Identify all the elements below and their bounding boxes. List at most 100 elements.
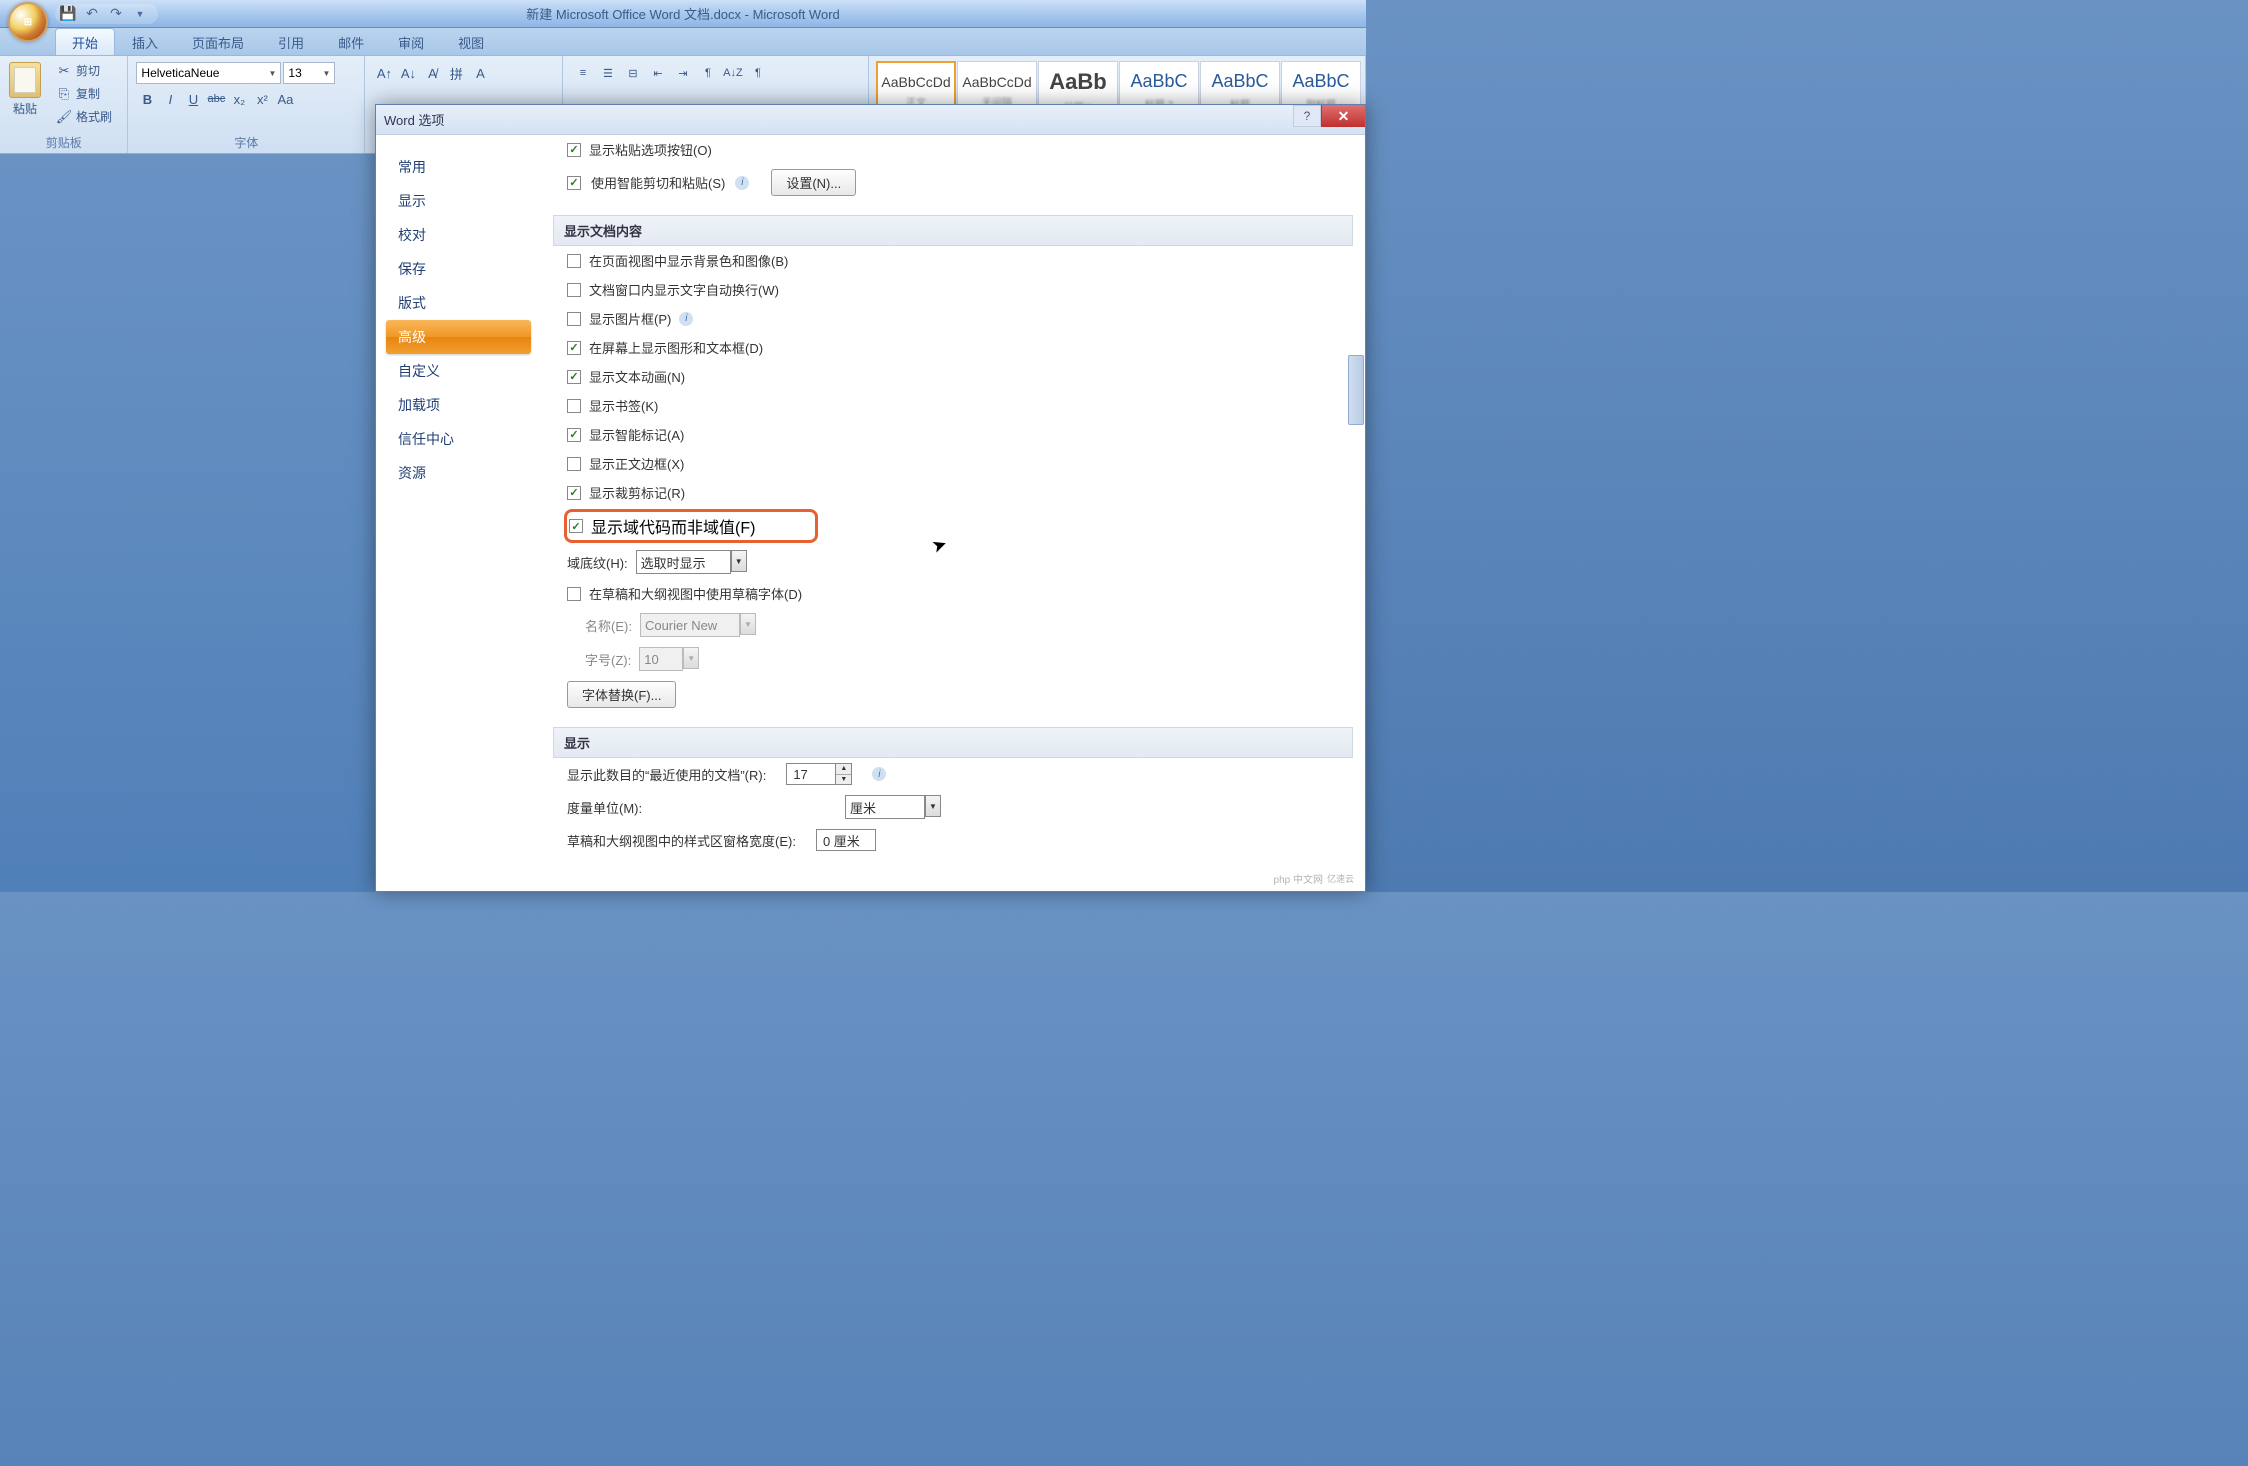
numbering-icon[interactable]: ☰ [596,62,620,84]
cut-button[interactable]: ✂ 剪切 [52,60,121,81]
tab-references[interactable]: 引用 [261,28,321,55]
office-button[interactable]: ⊞ [8,2,48,42]
redo-icon[interactable]: ↷ [108,6,124,22]
style-preview: AaBbC [1130,71,1187,92]
clear-format-icon[interactable]: A̸ [421,62,443,84]
dialog-title-bar[interactable]: Word 选项 ? ✕ [376,105,1365,135]
checkbox-show-bookmarks[interactable] [567,399,581,413]
multilevel-icon[interactable]: ⊟ [621,62,645,84]
checkbox-crop-marks[interactable] [567,486,581,500]
category-customize[interactable]: 自定义 [386,354,531,388]
help-icon[interactable]: i [679,312,693,326]
checkbox-word-wrap[interactable] [567,283,581,297]
scrollbar-thumb[interactable] [1348,355,1364,425]
category-trust-center[interactable]: 信任中心 [386,422,531,456]
category-resources[interactable]: 资源 [386,456,531,490]
label-draft-font-name: 名称(E): [585,616,632,635]
shrink-font-icon[interactable]: A↓ [397,62,419,84]
help-icon[interactable]: i [735,176,749,190]
category-common[interactable]: 常用 [386,150,531,184]
label-show-drawings: 在屏幕上显示图形和文本框(D) [589,338,763,357]
spinner-down-icon[interactable]: ▼ [836,775,851,785]
bullets-icon[interactable]: ≡ [571,62,595,84]
spinner-up-icon[interactable]: ▲ [836,764,851,775]
label-draft-font-size: 字号(Z): [585,650,631,669]
dropdown-arrow-icon[interactable]: ▼ [925,795,941,817]
undo-icon[interactable]: ↶ [84,6,100,22]
paste-button[interactable]: 粘贴 [4,58,46,132]
ltr-icon[interactable]: ¶ [696,62,720,84]
save-icon[interactable]: 💾 [60,6,76,22]
strike-button[interactable]: abc [205,88,227,110]
options-category-list: 常用 显示 校对 保存 版式 高级 自定义 加载项 信任中心 资源 [376,135,541,891]
group-clipboard: 粘贴 ✂ 剪切 ⎘ 复制 🖌 格式刷 剪贴板 [0,56,128,153]
category-save[interactable]: 保存 [386,252,531,286]
bold-button[interactable]: B [136,88,158,110]
font-substitution-button[interactable]: 字体替换(F)... [567,681,676,708]
option-measurement-units: 度量单位(M): 厘米 ▼ [553,790,1353,824]
dialog-title-text: Word 选项 [384,110,444,129]
draft-font-size-dropdown: 10 [639,647,683,671]
tab-review[interactable]: 审阅 [381,28,441,55]
checkbox-show-drawings[interactable] [567,341,581,355]
checkbox-show-paste-options[interactable] [567,143,581,157]
option-draft-font-size: 字号(Z): 10 ▼ [553,642,1353,676]
checkbox-show-field-codes[interactable] [569,519,583,533]
dropdown-arrow-icon[interactable]: ▼ [731,550,747,572]
advanced-options-panel[interactable]: 显示粘贴选项按钮(O) 使用智能剪切和粘贴(S) i 设置(N)... 显示文档… [541,135,1365,891]
phonetic-icon[interactable]: 拼 [445,62,467,84]
format-painter-button[interactable]: 🖌 格式刷 [52,106,121,127]
change-case-button[interactable]: Aa [274,88,296,110]
checkbox-text-animation[interactable] [567,370,581,384]
checkbox-picture-placeholders[interactable] [567,312,581,326]
increase-indent-icon[interactable]: ⇥ [671,62,695,84]
qat-dropdown-icon[interactable]: ▼ [132,6,148,22]
style-area-spinner[interactable]: 0 厘米 [816,829,876,851]
category-display[interactable]: 显示 [386,184,531,218]
copy-button[interactable]: ⎘ 复制 [52,83,121,104]
underline-button[interactable]: U [182,88,204,110]
recent-docs-spinner[interactable]: 17 ▲ ▼ [786,763,852,785]
format-painter-label: 格式刷 [76,108,112,125]
label-smart-tags: 显示智能标记(A) [589,425,684,444]
tab-home[interactable]: 开始 [55,28,115,55]
checkbox-show-bg[interactable] [567,254,581,268]
dialog-close-button[interactable]: ✕ [1321,105,1365,127]
tab-mailings[interactable]: 邮件 [321,28,381,55]
style-preview: AaBbCcDd [962,74,1031,90]
sort-icon[interactable]: A↓Z [721,62,745,84]
subscript-button[interactable]: x₂ [228,88,250,110]
measurement-units-dropdown[interactable]: 厘米 [845,795,925,819]
font-size-dropdown[interactable]: 13 ▼ [283,62,335,84]
category-addins[interactable]: 加载项 [386,388,531,422]
help-icon[interactable]: i [872,767,886,781]
category-layout[interactable]: 版式 [386,286,531,320]
checkbox-smart-tags[interactable] [567,428,581,442]
tab-view[interactable]: 视图 [441,28,501,55]
recent-docs-value[interactable]: 17 [786,763,836,785]
show-marks-icon[interactable]: ¶ [746,62,770,84]
superscript-button[interactable]: x² [251,88,273,110]
label-field-shading: 域底纹(H): [567,553,628,572]
field-shading-dropdown[interactable]: 选取时显示 [636,550,731,574]
option-field-shading: 域底纹(H): 选取时显示 ▼ [553,545,1353,579]
label-measurement-units: 度量单位(M): [567,798,825,817]
tab-insert[interactable]: 插入 [115,28,175,55]
smart-paste-settings-button[interactable]: 设置(N)... [771,169,856,196]
category-advanced[interactable]: 高级 [386,320,531,354]
checkbox-smart-cut-paste[interactable] [567,176,581,190]
checkbox-draft-font[interactable] [567,587,581,601]
label-word-wrap: 文档窗口内显示文字自动换行(W) [589,280,779,299]
decrease-indent-icon[interactable]: ⇤ [646,62,670,84]
tab-page-layout[interactable]: 页面布局 [175,28,261,55]
checkbox-text-boundaries[interactable] [567,457,581,471]
italic-button[interactable]: I [159,88,181,110]
option-text-boundaries: 显示正文边框(X) [553,449,1353,478]
style-area-value[interactable]: 0 厘米 [816,829,876,851]
category-proofing[interactable]: 校对 [386,218,531,252]
dialog-help-button[interactable]: ? [1293,105,1321,127]
char-border-icon[interactable]: A [469,62,491,84]
grow-font-icon[interactable]: A↑ [373,62,395,84]
option-smart-tags: 显示智能标记(A) [553,420,1353,449]
font-name-dropdown[interactable]: HelveticaNeue ▼ [136,62,281,84]
